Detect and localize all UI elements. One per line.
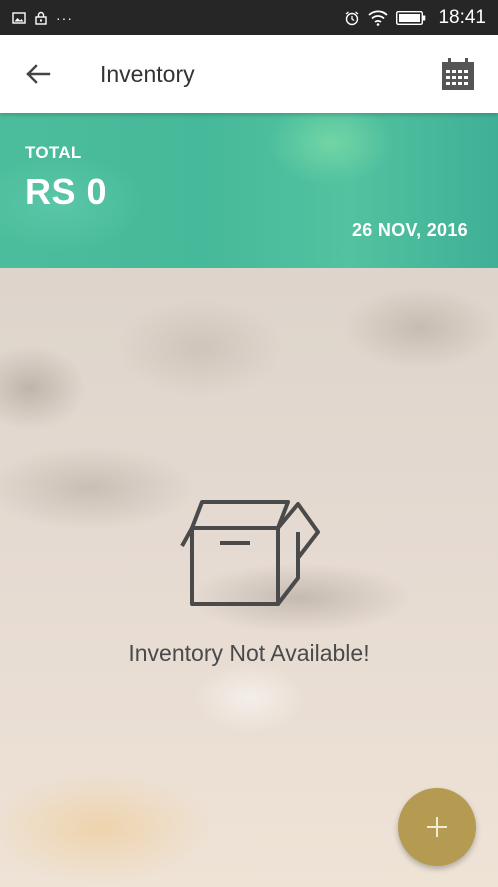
status-left: ··· [12,11,73,25]
lock-icon [35,11,47,25]
status-bar: ··· 18:41 [0,0,498,35]
open-box-icon [180,500,320,606]
total-value: RS 0 [25,171,108,212]
calendar-button[interactable] [438,54,478,94]
image-icon [12,11,26,24]
status-overflow: ··· [56,9,73,26]
alarm-icon [346,10,359,25]
status-right: 18:41 [344,7,486,29]
wifi-icon [368,10,389,26]
total-label: TOTAL [25,143,82,162]
page-title: Inventory [100,60,195,87]
add-inventory-button[interactable] [398,788,476,866]
total-banner: TOTAL RS 0 26 NOV, 2016 [0,113,498,268]
empty-state-message: Inventory Not Available! [128,640,370,666]
plus-icon [427,817,447,837]
battery-icon [396,10,426,25]
arrow-back-icon [26,64,51,84]
banner-date: 26 NOV, 2016 [351,220,468,240]
back-button[interactable] [18,54,58,94]
calendar-icon [442,58,474,90]
status-time: 18:41 [438,6,486,28]
app-bar: Inventory [0,35,498,113]
